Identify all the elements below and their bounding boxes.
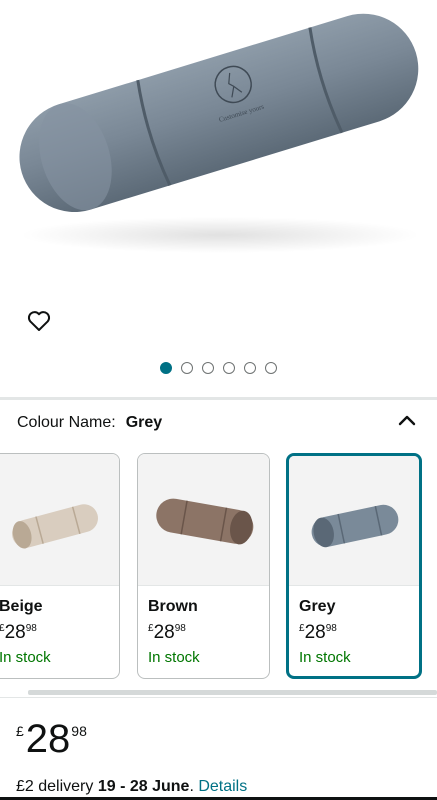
bolster-thumbnail [156, 498, 254, 545]
carousel-dot[interactable] [265, 362, 277, 374]
swatch-image [138, 454, 269, 585]
price-fraction: 98 [71, 723, 87, 739]
carousel-dot[interactable] [244, 362, 256, 374]
colour-option-beige[interactable]: Beige £2898 In stock [0, 453, 120, 679]
carousel-dot[interactable] [223, 362, 235, 374]
swatch-stock-status: In stock [148, 649, 200, 666]
carousel-dot[interactable] [202, 362, 214, 374]
colour-option-brown[interactable]: Brown £28 98 In stock [137, 453, 270, 679]
colour-label: Colour Name: [17, 414, 116, 431]
bolster-pillow-illustration: Customise yours [19, 13, 420, 253]
section-divider [0, 397, 437, 400]
section-divider [0, 697, 437, 698]
bolster-thumbnail [12, 504, 98, 549]
delivery-info: £2 delivery 19 - 28 June. Details [16, 778, 247, 796]
carousel-dot[interactable] [160, 362, 172, 374]
swatch-image [0, 454, 119, 585]
swatch-name: Brown [148, 598, 198, 615]
image-carousel-dots [0, 362, 437, 374]
swatch-price: £2898 [299, 622, 337, 643]
swatch-price: £2898 [148, 622, 186, 643]
bolster-thumbnail [311, 504, 399, 548]
price-whole: 28 [25, 717, 71, 761]
swatch-stock-status: In stock [299, 649, 351, 666]
chevron-up-icon[interactable] [396, 410, 418, 432]
wishlist-button[interactable] [24, 306, 54, 336]
price-currency: £ [16, 723, 24, 739]
product-price: £ 28 98 [16, 717, 87, 761]
colour-option-grey[interactable]: Grey £28 98 In stock [286, 453, 422, 679]
heart-icon [27, 311, 51, 331]
delivery-prefix: £2 delivery [16, 778, 98, 795]
product-main-image[interactable]: Customise yours [0, 0, 437, 300]
colour-selected-value: Grey [125, 414, 163, 431]
swatch-name: Grey [299, 598, 336, 615]
delivery-suffix: . [189, 778, 199, 795]
carousel-dot[interactable] [181, 362, 193, 374]
swatch-scrollbar[interactable] [28, 690, 437, 695]
swatch-stock-status: In stock [0, 649, 51, 666]
swatch-price: £2898 [0, 622, 37, 643]
colour-selector-header: Colour Name: Grey [17, 414, 162, 432]
delivery-dates: 19 - 28 June [97, 778, 190, 795]
swatch-name: Beige [0, 598, 43, 615]
delivery-details-link[interactable]: Details [198, 778, 247, 795]
swatch-image [289, 456, 419, 585]
